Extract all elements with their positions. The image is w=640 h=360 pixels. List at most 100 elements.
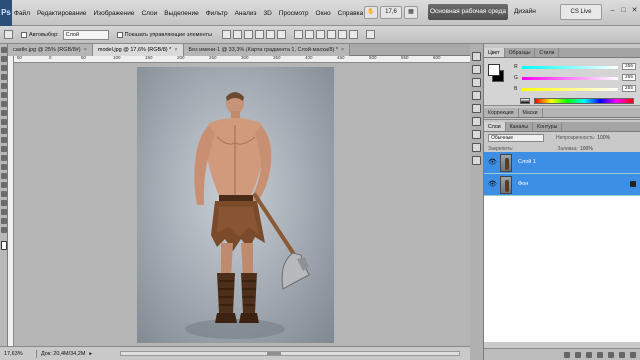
blend-mode-select[interactable]: Обычные [488,133,544,142]
tab-styles[interactable]: Стили [535,48,560,57]
brush-panel-icon[interactable] [472,78,481,87]
menu-filter[interactable]: Фильтр [206,10,228,17]
type-tool-icon[interactable] [1,182,7,188]
tab-layers[interactable]: Слои [484,122,506,131]
eye-icon[interactable]: 👁 [488,181,497,189]
brush-tool-icon[interactable] [1,110,7,116]
align-bottom-icon[interactable] [244,30,254,39]
layer-row-layer1[interactable]: 👁 Слой 1 [484,152,640,174]
paragraph-panel-icon[interactable] [472,117,481,126]
distribute-top-icon[interactable] [294,30,304,39]
marquee-tool-icon[interactable] [1,56,7,62]
pen-tool-icon[interactable] [1,173,7,179]
fill-value[interactable]: 100% [580,146,593,152]
slider-b-track[interactable] [522,88,618,91]
slider-b-value[interactable]: 255 [622,85,636,92]
eyedropper-tool-icon[interactable] [1,92,7,98]
tab-model[interactable]: model.jpg @ 17,6% (RGB/8) * × [92,44,184,56]
new-group-icon[interactable] [608,351,614,358]
tab-masks[interactable]: Маски [519,108,543,117]
menu-window[interactable]: Окно [316,10,331,17]
character-panel-icon[interactable] [472,104,481,113]
eraser-tool-icon[interactable] [1,137,7,143]
status-doc-info[interactable]: Док: 20,4M/34,2M [41,351,85,357]
menu-file[interactable]: Файл [14,10,30,17]
slider-g-value[interactable]: 255 [622,74,636,81]
menu-view[interactable]: Просмотр [279,10,309,17]
close-icon[interactable]: ✕ [630,6,639,15]
menu-layers[interactable]: Слои [141,10,157,17]
scrollbar-thumb[interactable] [267,352,281,355]
model-photo[interactable] [137,67,334,343]
status-arrow-icon[interactable]: ▸ [89,351,92,357]
3d-rotate-tool-icon[interactable] [1,209,7,215]
healing-tool-icon[interactable] [1,101,7,107]
show-controls-checkbox[interactable] [116,31,123,38]
stamp-tool-icon[interactable] [1,119,7,125]
distribute-bottom-icon[interactable] [316,30,326,39]
3d-panel-icon[interactable] [472,156,481,165]
new-layer-icon[interactable] [619,351,625,358]
maximize-icon[interactable]: □ [619,6,628,15]
adjustment-layer-icon[interactable] [597,351,603,358]
canvas-area[interactable] [14,63,470,346]
tab-channels[interactable]: Каналы [506,122,534,131]
shape-tool-icon[interactable] [1,200,7,206]
autoselect-select[interactable]: Слой [62,29,109,40]
menu-analysis[interactable]: Анализ [235,10,257,17]
tab-paths[interactable]: Контуры [533,122,563,131]
auto-align-icon[interactable] [366,30,376,39]
tab-color[interactable]: Цвет [484,48,505,57]
menu-3d[interactable]: 3D [264,10,272,17]
hand-icon[interactable]: ✋ [364,6,378,19]
close-icon[interactable]: × [84,47,87,53]
distribute-middle-icon[interactable] [305,30,315,39]
blur-tool-icon[interactable] [1,155,7,161]
arrange-icon[interactable]: ▦ [404,6,418,19]
tab-castle[interactable]: castle.jpg @ 25% (RGB/8#) × [8,44,93,56]
delete-layer-icon[interactable] [630,351,636,358]
zoom-tool-icon[interactable] [1,227,7,233]
dodge-tool-icon[interactable] [1,164,7,170]
navigator-panel-icon[interactable] [472,143,481,152]
workspace-button[interactable]: Основная рабочая среда [428,4,508,20]
tab-adjustments[interactable]: Коррекция [484,108,519,117]
link-layers-icon[interactable] [564,351,570,358]
align-middle-icon[interactable] [233,30,243,39]
align-right-icon[interactable] [277,30,287,39]
cs-live-button[interactable]: CS Live [560,4,602,20]
lasso-tool-icon[interactable] [1,65,7,71]
eye-icon[interactable]: 👁 [488,159,497,167]
foreground-color-swatch[interactable] [488,64,500,76]
menu-help[interactable]: Справка [338,10,364,17]
distribute-center-icon[interactable] [338,30,348,39]
opacity-value[interactable]: 100% [597,135,610,141]
distribute-right-icon[interactable] [349,30,359,39]
zoom-level-field[interactable]: 17,6 [380,6,402,19]
crop-tool-icon[interactable] [1,83,7,89]
gradient-tool-icon[interactable] [1,146,7,152]
hand-tool-icon[interactable] [1,218,7,224]
grayscale-ramp[interactable] [520,98,530,104]
path-select-tool-icon[interactable] [1,191,7,197]
menu-select[interactable]: Выделение [164,10,198,17]
add-mask-icon[interactable] [586,351,592,358]
layer-style-icon[interactable] [575,351,581,358]
history-brush-tool-icon[interactable] [1,128,7,134]
color-swatches-icon[interactable] [1,241,7,250]
layer-row-background[interactable]: 👁 Фон [484,174,640,196]
distribute-left-icon[interactable] [327,30,337,39]
menu-edit[interactable]: Редактирование [37,10,87,17]
move-tool-icon[interactable] [4,30,13,39]
slider-g-track[interactable] [522,77,618,80]
clone-source-panel-icon[interactable] [472,91,481,100]
design-workspace-link[interactable]: Дизайн [514,4,536,20]
close-icon[interactable]: × [341,47,344,53]
horizontal-scrollbar[interactable] [120,351,460,356]
align-top-icon[interactable] [222,30,232,39]
actions-panel-icon[interactable] [472,65,481,74]
autoselect-checkbox[interactable] [21,31,27,38]
close-icon[interactable]: × [174,47,177,53]
align-center-icon[interactable] [266,30,276,39]
info-panel-icon[interactable] [472,130,481,139]
